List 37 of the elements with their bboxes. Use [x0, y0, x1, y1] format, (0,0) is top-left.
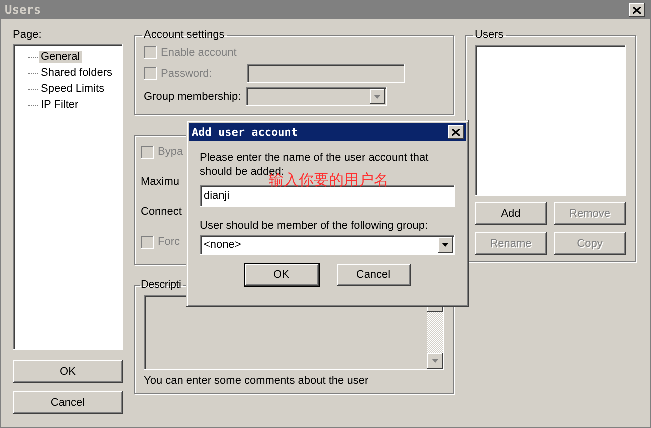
username-value: dianji [204, 190, 230, 202]
dialog-title: Add user account [192, 126, 298, 138]
tree-item[interactable]: General [39, 51, 82, 63]
group-select[interactable] [246, 87, 387, 106]
checkbox-label: Password: [161, 68, 214, 80]
page-label: Page: [13, 29, 43, 41]
cancel-button[interactable]: Cancel [336, 264, 410, 286]
password-field[interactable] [247, 64, 405, 83]
tree-item[interactable]: Shared folders [39, 67, 115, 79]
dropdown-arrow-icon [374, 94, 381, 98]
group-membership-label: Group membership: [144, 90, 242, 102]
tree-item[interactable]: Speed Limits [39, 83, 107, 95]
user-action-button[interactable]: Add [475, 202, 547, 225]
group-select[interactable]: <none> [200, 235, 455, 255]
checkbox-label: Enable account [161, 46, 237, 58]
ok-button[interactable]: OK [13, 360, 123, 383]
user-list[interactable] [475, 45, 626, 196]
group-label: User should be member of the following group: [200, 220, 430, 232]
group-value: <none> [204, 239, 242, 251]
scroll-down-icon [432, 359, 438, 363]
description-hint: You can enter some comments about the user [144, 375, 370, 387]
group-title: Account settings [143, 29, 226, 41]
cancel-button[interactable]: Cancel [13, 391, 123, 414]
checkbox-label: Forc [158, 236, 180, 248]
close-icon [633, 6, 641, 14]
ok-button[interactable]: OK [244, 264, 318, 286]
close-icon [452, 128, 460, 136]
limit-label: Connect [141, 206, 182, 218]
close-button[interactable] [629, 3, 645, 17]
dropdown-arrow-icon [442, 243, 449, 247]
window-title: Users [5, 3, 42, 17]
checkbox-label: Bypa [158, 146, 184, 158]
group-title: Descripti [140, 279, 182, 291]
tree-item[interactable]: IP Filter [39, 99, 81, 111]
limit-label: Maximu [141, 176, 180, 188]
group-title: Users [474, 29, 505, 41]
close-button[interactable] [448, 125, 464, 139]
